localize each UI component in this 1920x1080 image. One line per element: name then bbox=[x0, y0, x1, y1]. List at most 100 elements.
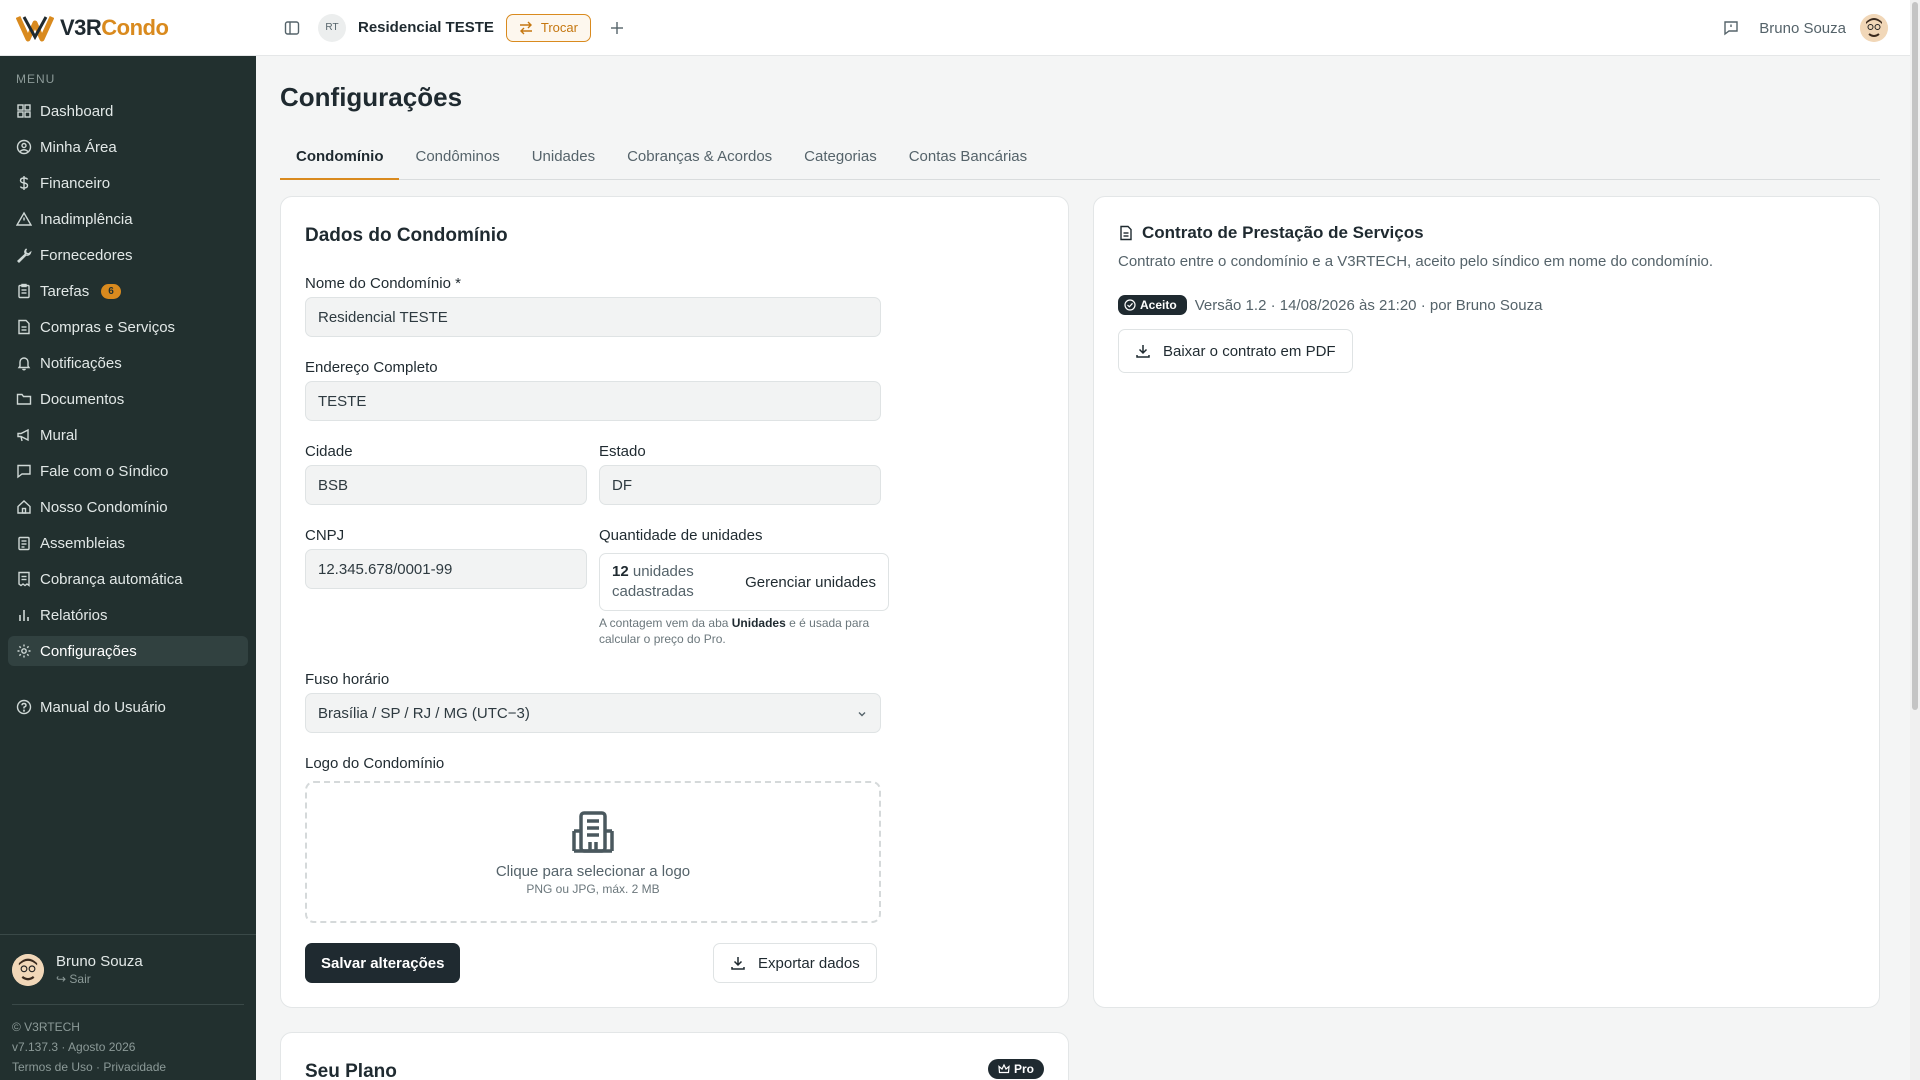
sidebar-item-assembleias[interactable]: Assembleias bbox=[8, 528, 248, 558]
sidebar-avatar[interactable] bbox=[12, 953, 44, 986]
download-contract-button[interactable]: Baixar o contrato em PDF bbox=[1118, 329, 1353, 373]
tab-contas-bancarias[interactable]: Contas Bancárias bbox=[893, 140, 1043, 180]
condo-name-input[interactable]: Residencial TESTE bbox=[305, 297, 881, 337]
megaphone-icon bbox=[17, 428, 29, 442]
logo-dropzone[interactable]: Clique para selecionar a logo PNG ou JPG… bbox=[305, 781, 881, 923]
scrollbar-thumb[interactable] bbox=[1912, 2, 1918, 710]
privacy-link[interactable]: Privacidade bbox=[103, 1060, 166, 1074]
download-icon bbox=[731, 957, 745, 970]
city-label: Cidade bbox=[305, 443, 353, 460]
sidebar-item-relatorios[interactable]: Relatórios bbox=[8, 600, 248, 630]
sidebar-item-manual[interactable]: Manual do Usuário bbox=[8, 692, 248, 722]
terms-link[interactable]: Termos de Uso bbox=[12, 1060, 93, 1074]
sidebar-item-cobranca-automatica[interactable]: Cobrança automática bbox=[8, 564, 248, 594]
plan-card: Seu Plano Pro bbox=[280, 1032, 1069, 1080]
check-circle-icon bbox=[1124, 299, 1136, 311]
state-label: Estado bbox=[599, 443, 646, 460]
user-avatar[interactable] bbox=[1860, 14, 1888, 42]
logo-label: Logo do Condomínio bbox=[305, 755, 445, 772]
sidebar-item-financeiro[interactable]: Financeiro bbox=[8, 168, 248, 198]
tab-unidades[interactable]: Unidades bbox=[516, 140, 611, 180]
copyright: © V3RTECH bbox=[12, 1020, 80, 1034]
app-logo[interactable]: V3RCondo bbox=[0, 0, 256, 56]
contract-version-info: Versão 1.2 · 14/08/2026 às 21:20 · por B… bbox=[1194, 296, 1543, 314]
app-version: v7.137.3 · Agosto 2026 bbox=[12, 1040, 136, 1054]
document-icon bbox=[1120, 225, 1132, 241]
name-label: Nome do Condomínio * bbox=[305, 275, 461, 292]
tab-condominio[interactable]: Condomínio bbox=[280, 140, 400, 180]
logo-dropzone-hint: PNG ou JPG, máx. 2 MB bbox=[526, 881, 660, 896]
swap-icon bbox=[519, 21, 532, 34]
help-circle-icon bbox=[16, 699, 32, 715]
gear-icon bbox=[17, 644, 31, 658]
warning-icon bbox=[16, 211, 32, 226]
pro-badge: Pro bbox=[987, 1059, 1044, 1079]
sidebar-item-compras-servicos[interactable]: Compras e Serviços bbox=[8, 312, 248, 342]
tab-cobrancas-acordos[interactable]: Cobranças & Acordos bbox=[611, 140, 788, 180]
cnpj-label: CNPJ bbox=[305, 527, 345, 544]
sidebar-item-mural[interactable]: Mural bbox=[8, 420, 248, 450]
top-header: V3RCondo RT Residencial TESTE Trocar Bru… bbox=[0, 0, 1910, 56]
folder-icon bbox=[16, 393, 32, 405]
state-input[interactable]: DF bbox=[599, 465, 881, 505]
switch-condo-button[interactable]: Trocar bbox=[505, 13, 591, 42]
logout-icon: ↪ bbox=[56, 972, 67, 986]
sidebar-item-nosso-condominio[interactable]: Nosso Condomínio bbox=[8, 492, 248, 522]
contract-status-row: Aceito Versão 1.2 · 14/08/2026 às 21:20 … bbox=[1118, 295, 1542, 315]
add-condo-icon[interactable] bbox=[603, 14, 631, 42]
plan-title: Seu Plano bbox=[305, 1061, 397, 1080]
settings-tabs: Condomínio Condôminos Unidades Cobranças… bbox=[280, 140, 1880, 180]
sidebar-item-minha-area[interactable]: Minha Área bbox=[8, 132, 248, 162]
message-icon bbox=[17, 464, 31, 479]
toggle-sidebar-icon[interactable] bbox=[278, 14, 306, 42]
sidebar-item-configuracoes[interactable]: Configurações bbox=[8, 636, 248, 666]
sidebar-item-inadimplencia[interactable]: Inadimplência bbox=[8, 204, 248, 234]
tab-condominos[interactable]: Condôminos bbox=[399, 140, 515, 180]
units-count-box: 12 unidades cadastradas Gerenciar unidad… bbox=[599, 553, 889, 611]
timezone-label: Fuso horário bbox=[305, 671, 390, 688]
contract-card: Contrato de Prestação de Serviços Contra… bbox=[1093, 196, 1880, 1008]
tab-categorias[interactable]: Categorias bbox=[788, 140, 893, 180]
cnpj-input[interactable]: 12.345.678/0001-99 bbox=[305, 549, 587, 589]
manage-units-link[interactable]: Gerenciar unidades bbox=[745, 574, 876, 591]
sidebar-item-notificacoes[interactable]: Notificações bbox=[8, 348, 248, 378]
logo-mark-icon bbox=[16, 15, 54, 41]
download-icon bbox=[1136, 345, 1150, 358]
home-icon bbox=[17, 500, 31, 514]
condo-data-card: Dados do Condomínio Nome do Condomínio *… bbox=[280, 196, 1069, 1008]
current-condo-name: Residencial TESTE bbox=[358, 19, 494, 36]
logout-link[interactable]: ↪ Sair bbox=[56, 972, 143, 986]
header-user-name[interactable]: Bruno Souza bbox=[1759, 20, 1846, 37]
address-input[interactable]: TESTE bbox=[305, 381, 881, 421]
save-button[interactable]: Salvar alterações bbox=[305, 943, 461, 983]
dollar-icon bbox=[19, 176, 29, 190]
timezone-select[interactable]: Brasília / SP / RJ / MG (UTC−3) bbox=[305, 693, 881, 733]
page-title: Configurações bbox=[280, 82, 463, 112]
contract-description: Contrato entre o condomínio e a V3RTECH,… bbox=[1118, 253, 1714, 270]
logo-dropzone-text: Clique para selecionar a logo bbox=[495, 862, 691, 880]
logo-text: V3RCondo bbox=[60, 14, 169, 40]
sidebar-item-fale-sindico[interactable]: Fale com o Síndico bbox=[8, 456, 248, 486]
feedback-icon[interactable] bbox=[1717, 14, 1745, 42]
sidebar-item-documentos[interactable]: Documentos bbox=[8, 384, 248, 414]
sidebar-user-name: Bruno Souza bbox=[56, 953, 143, 970]
condo-data-title: Dados do Condomínio bbox=[305, 225, 508, 246]
city-input[interactable]: BSB bbox=[305, 465, 587, 505]
export-data-button[interactable]: Exportar dados bbox=[713, 943, 877, 983]
page-scrollbar[interactable] bbox=[1910, 0, 1920, 1080]
receipt-icon bbox=[18, 571, 30, 587]
crown-icon bbox=[998, 1063, 1010, 1074]
condo-avatar: RT bbox=[318, 13, 346, 42]
sidebar-item-dashboard[interactable]: Dashboard bbox=[8, 96, 248, 126]
sidebar-item-fornecedores[interactable]: Fornecedores bbox=[8, 240, 248, 270]
accepted-badge: Aceito bbox=[1118, 295, 1187, 315]
document-icon bbox=[18, 319, 30, 335]
contract-title: Contrato de Prestação de Serviços bbox=[1118, 223, 1424, 243]
sidebar-item-tarefas[interactable]: Tarefas 6 bbox=[8, 276, 248, 306]
sidebar: MENU Dashboard Minha Área Financeiro Ina… bbox=[0, 56, 256, 1080]
address-label: Endereço Completo bbox=[305, 359, 438, 376]
bell-icon bbox=[17, 357, 31, 371]
sidebar-nav: Dashboard Minha Área Financeiro Inadimpl… bbox=[8, 96, 248, 716]
menu-section-label: MENU bbox=[16, 72, 56, 86]
grid-icon bbox=[17, 104, 31, 118]
